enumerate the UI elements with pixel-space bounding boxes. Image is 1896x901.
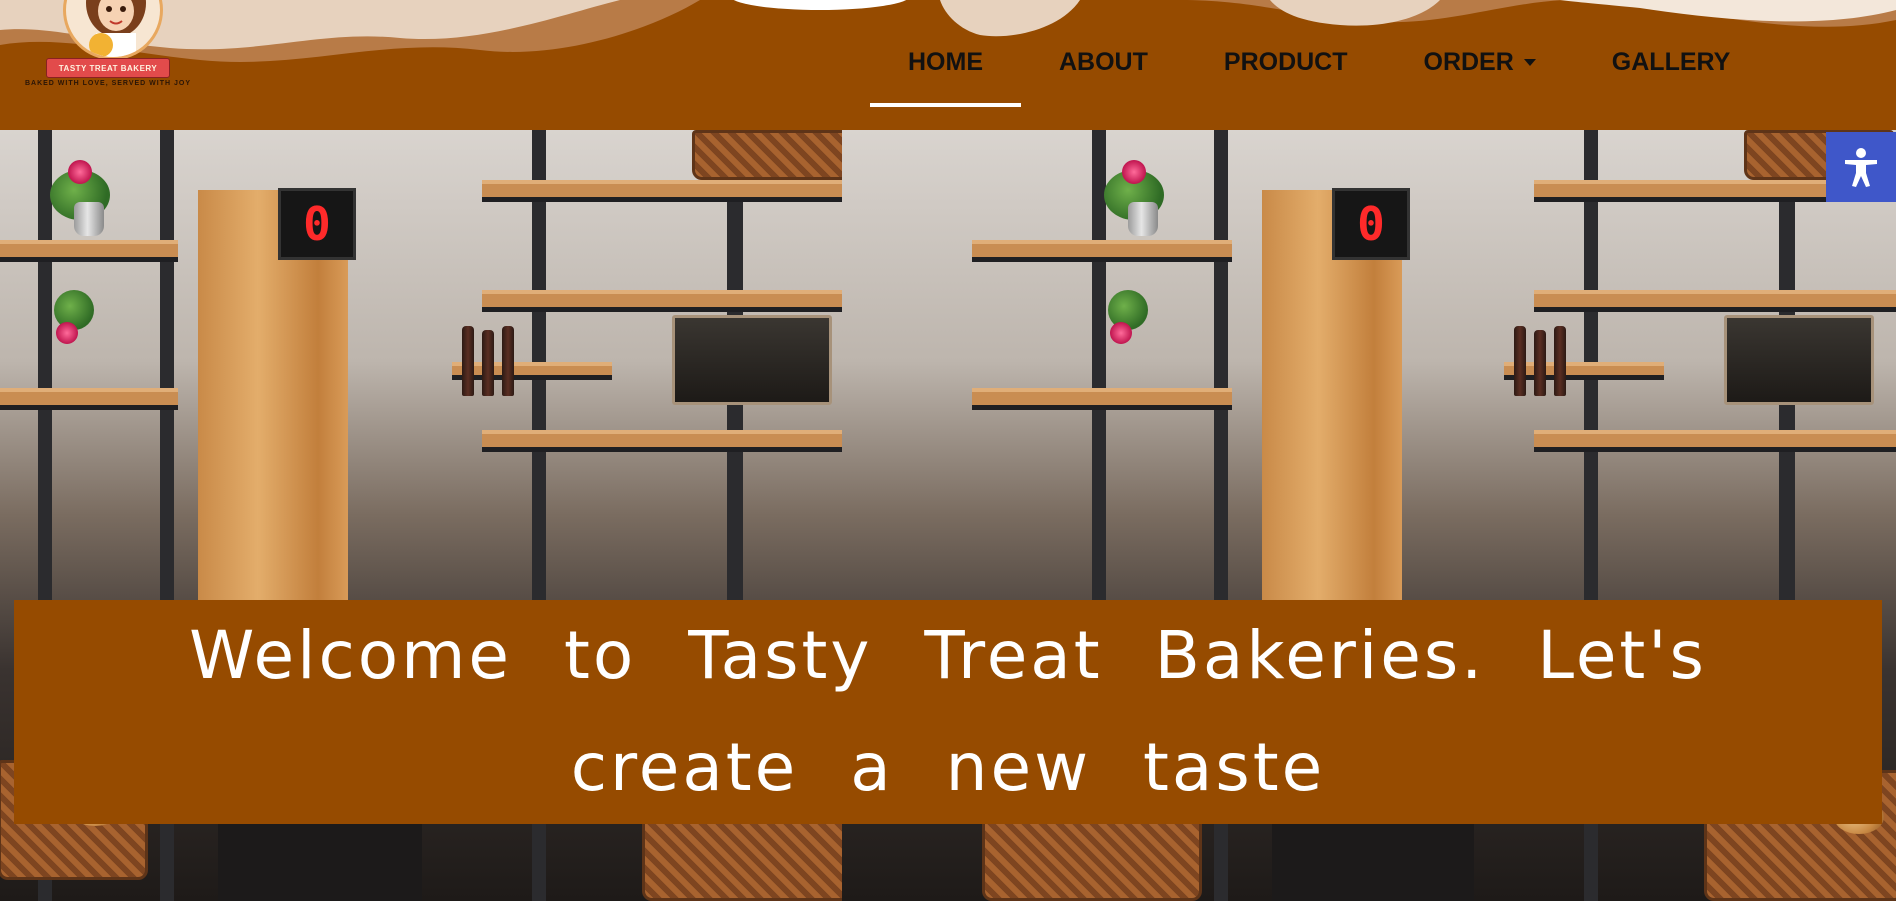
accessibility-button[interactable] bbox=[1826, 132, 1896, 202]
order-number-display: 0 bbox=[1332, 188, 1410, 260]
chevron-down-icon bbox=[1523, 59, 1536, 66]
site-header: TASTY TREAT BAKERY BAKED WITH LOVE, SERV… bbox=[0, 0, 1896, 130]
nav-item-label: ABOUT bbox=[1059, 48, 1148, 76]
nav-item-label: PRODUCT bbox=[1223, 48, 1348, 76]
main-nav: HOME ABOUT PRODUCT ORDER GALLERY bbox=[870, 38, 1769, 107]
nav-item-gallery[interactable]: GALLERY bbox=[1574, 38, 1769, 87]
nav-item-label: HOME bbox=[908, 48, 983, 76]
nav-item-home[interactable]: HOME bbox=[870, 38, 1021, 107]
nav-item-order[interactable]: ORDER bbox=[1386, 38, 1574, 87]
logo-tagline: BAKED WITH LOVE, SERVED WITH JOY bbox=[24, 80, 192, 87]
hero-section: 0 0 Welcome to Tasty Treat Bakeries. Let… bbox=[0, 130, 1896, 901]
bakery-logo[interactable]: TASTY TREAT BAKERY BAKED WITH LOVE, SERV… bbox=[16, 0, 196, 98]
nav-item-label: ORDER bbox=[1423, 48, 1514, 76]
nav-item-about[interactable]: ABOUT bbox=[1021, 38, 1186, 87]
logo-banner: TASTY TREAT BAKERY bbox=[46, 58, 170, 78]
order-number-display: 0 bbox=[278, 188, 356, 260]
welcome-banner: Welcome to Tasty Treat Bakeries. Let's c… bbox=[14, 600, 1882, 824]
welcome-heading: Welcome to Tasty Treat Bakeries. Let's c… bbox=[189, 617, 1707, 806]
accessibility-icon bbox=[1845, 148, 1877, 187]
nav-item-label: GALLERY bbox=[1611, 48, 1731, 76]
chef-mascot-icon bbox=[63, 0, 163, 60]
nav-item-product[interactable]: PRODUCT bbox=[1186, 38, 1386, 87]
